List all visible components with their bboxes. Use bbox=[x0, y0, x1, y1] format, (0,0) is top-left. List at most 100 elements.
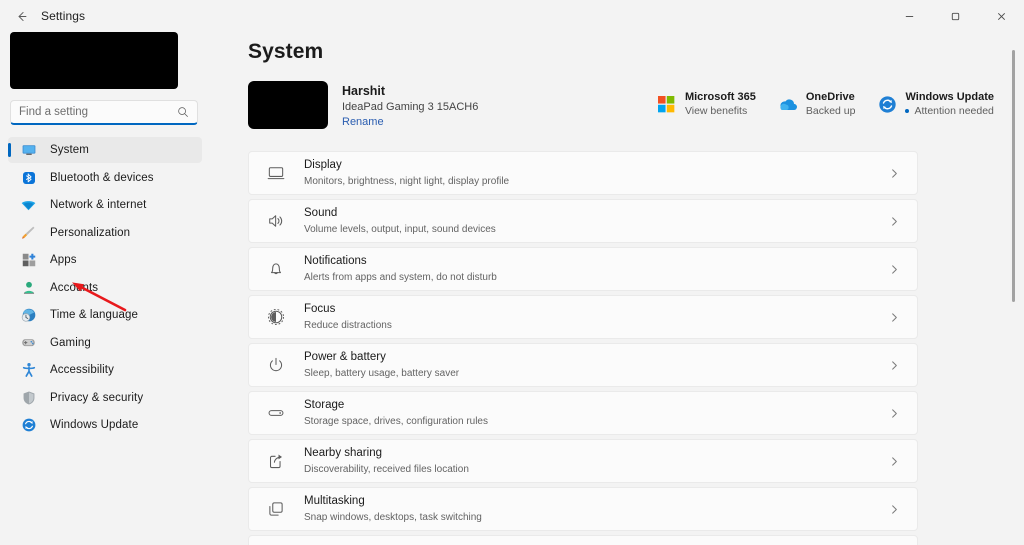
sidebar-item-label: Accessibility bbox=[50, 364, 114, 376]
nearby-share-icon bbox=[266, 451, 286, 471]
power-icon bbox=[266, 355, 286, 375]
settings-row-subtitle: Storage space, drives, configuration rul… bbox=[304, 415, 488, 427]
settings-row-subtitle: Monitors, brightness, night light, displ… bbox=[304, 175, 510, 187]
settings-row-focus[interactable]: Focus Reduce distractions bbox=[248, 295, 918, 339]
search-box[interactable] bbox=[10, 100, 198, 125]
maximize-icon bbox=[951, 12, 959, 20]
settings-row-notifications[interactable]: Notifications Alerts from apps and syste… bbox=[248, 247, 918, 291]
status-card-subtitle: Attention needed bbox=[914, 105, 994, 117]
maximize-button[interactable] bbox=[932, 0, 978, 32]
sidebar-item-label: Privacy & security bbox=[50, 391, 144, 404]
content-pane: System Harshit IdeaPad Gaming 3 15ACH6 R… bbox=[210, 32, 1024, 545]
settings-row-text: Notifications Alerts from apps and syste… bbox=[304, 254, 497, 284]
status-card-subtitle-wrap: Attention needed bbox=[905, 105, 994, 117]
sidebar-item-label: Gaming bbox=[50, 336, 91, 349]
minimize-icon bbox=[905, 15, 913, 17]
settings-row-display[interactable]: Display Monitors, brightness, night ligh… bbox=[248, 151, 918, 195]
sidebar-item-label: Personalization bbox=[50, 226, 131, 239]
attention-dot-icon bbox=[905, 109, 910, 113]
back-button[interactable] bbox=[6, 4, 36, 28]
minimize-button[interactable] bbox=[886, 0, 932, 32]
settings-row-title: Nearby sharing bbox=[304, 446, 382, 459]
sidebar-item-label: Windows Update bbox=[50, 419, 139, 431]
settings-row-title: Storage bbox=[304, 398, 345, 411]
status-card-title: Windows Update bbox=[905, 91, 994, 103]
status-card-title: Microsoft 365 bbox=[684, 91, 756, 103]
search-container bbox=[10, 100, 198, 125]
settings-row-title: Display bbox=[304, 158, 342, 171]
onedrive-cloud-icon bbox=[778, 94, 798, 114]
sidebar-item-windows-update[interactable]: Windows Update bbox=[8, 412, 202, 438]
page-title: System bbox=[248, 40, 324, 63]
app-body: System Bluetooth & devices bbox=[0, 32, 1024, 545]
settings-row-text: Power & battery Sleep, battery usage, ba… bbox=[304, 350, 459, 380]
settings-row-partial[interactable] bbox=[248, 535, 918, 545]
gamepad-icon bbox=[20, 334, 37, 351]
sidebar-item-apps[interactable]: Apps bbox=[8, 247, 202, 273]
bluetooth-icon bbox=[20, 169, 37, 186]
content-scrollbar[interactable] bbox=[1009, 32, 1019, 545]
sidebar-item-label: Time & language bbox=[50, 309, 139, 321]
sidebar-item-bluetooth-devices[interactable]: Bluetooth & devices bbox=[8, 165, 202, 191]
settings-row-title: Power & battery bbox=[304, 350, 386, 363]
update-icon bbox=[877, 94, 897, 114]
sidebar-item-accessibility[interactable]: Accessibility bbox=[8, 357, 202, 383]
settings-row-text: Multitasking Snap windows, desktops, tas… bbox=[304, 494, 482, 524]
settings-row-title: Notifications bbox=[304, 254, 367, 267]
settings-row-title: Focus bbox=[304, 302, 336, 315]
chevron-right-icon bbox=[889, 216, 900, 227]
profile-header: Harshit IdeaPad Gaming 3 15ACH6 Rename M… bbox=[248, 81, 1024, 129]
chevron-right-icon bbox=[889, 504, 900, 515]
monitor-icon bbox=[20, 142, 37, 159]
status-card-subtitle: View benefits bbox=[684, 105, 748, 117]
settings-row-storage[interactable]: Storage Storage space, drives, configura… bbox=[248, 391, 918, 435]
sidebar-item-label: System bbox=[50, 144, 89, 156]
chevron-right-icon bbox=[889, 360, 900, 371]
chevron-right-icon bbox=[889, 264, 900, 275]
sidebar-item-accounts[interactable]: Accounts bbox=[8, 275, 202, 301]
sidebar-item-time-language[interactable]: Time & language bbox=[8, 302, 202, 328]
sidebar-item-personalization[interactable]: Personalization bbox=[8, 220, 202, 246]
status-card-microsoft-365[interactable]: Microsoft 365 View benefits bbox=[657, 91, 756, 117]
focus-moon-icon bbox=[266, 307, 286, 327]
sidebar-item-gaming[interactable]: Gaming bbox=[8, 330, 202, 356]
rename-link[interactable]: Rename bbox=[342, 116, 478, 128]
settings-row-subtitle: Discoverability, received files location bbox=[304, 463, 469, 475]
settings-row-subtitle: Reduce distractions bbox=[304, 319, 392, 331]
settings-row-power-battery[interactable]: Power & battery Sleep, battery usage, ba… bbox=[248, 343, 918, 387]
close-button[interactable] bbox=[978, 0, 1024, 32]
sidebar-item-label: Network & internet bbox=[50, 199, 147, 211]
microsoft-logo-icon bbox=[657, 94, 677, 114]
sidebar-item-network-internet[interactable]: Network & internet bbox=[8, 192, 202, 218]
settings-row-nearby-sharing[interactable]: Nearby sharing Discoverability, received… bbox=[248, 439, 918, 483]
title-bar: Settings bbox=[0, 0, 1024, 32]
sidebar-item-label: Apps bbox=[50, 254, 77, 266]
sidebar-item-system[interactable]: System bbox=[8, 137, 202, 163]
sidebar-item-privacy-security[interactable]: Privacy & security bbox=[8, 385, 202, 411]
status-card-onedrive[interactable]: OneDrive Backed up bbox=[778, 91, 855, 117]
sidebar-nav: System Bluetooth & devices Network & int… bbox=[8, 137, 202, 438]
settings-row-text: Storage Storage space, drives, configura… bbox=[304, 398, 488, 428]
sidebar-item-label: Bluetooth & devices bbox=[50, 171, 154, 184]
update-icon bbox=[20, 417, 37, 434]
person-icon bbox=[20, 279, 37, 296]
wifi-icon bbox=[20, 197, 37, 214]
chevron-right-icon bbox=[889, 168, 900, 179]
settings-row-subtitle: Alerts from apps and system, do not dist… bbox=[304, 271, 497, 283]
settings-row-sound[interactable]: Sound Volume levels, output, input, soun… bbox=[248, 199, 918, 243]
settings-row-subtitle: Snap windows, desktops, task switching bbox=[304, 511, 482, 523]
scrollbar-thumb[interactable] bbox=[1012, 50, 1015, 302]
paintbrush-icon bbox=[20, 224, 37, 241]
profile-device-name: IdeaPad Gaming 3 15ACH6 bbox=[342, 101, 479, 113]
profile-name: Harshit bbox=[342, 84, 386, 98]
search-input[interactable] bbox=[19, 101, 177, 123]
window-controls bbox=[886, 0, 1024, 32]
window-title: Settings bbox=[41, 9, 86, 23]
status-cards: Microsoft 365 View benefits OneDrive Bac… bbox=[657, 81, 994, 117]
profile-info: Harshit IdeaPad Gaming 3 15ACH6 Rename bbox=[342, 81, 478, 128]
status-card-windows-update[interactable]: Windows Update Attention needed bbox=[877, 91, 994, 117]
close-icon bbox=[997, 12, 1005, 20]
settings-row-text: Focus Reduce distractions bbox=[304, 302, 392, 332]
settings-row-text: Nearby sharing Discoverability, received… bbox=[304, 446, 469, 476]
settings-row-multitasking[interactable]: Multitasking Snap windows, desktops, tas… bbox=[248, 487, 918, 531]
